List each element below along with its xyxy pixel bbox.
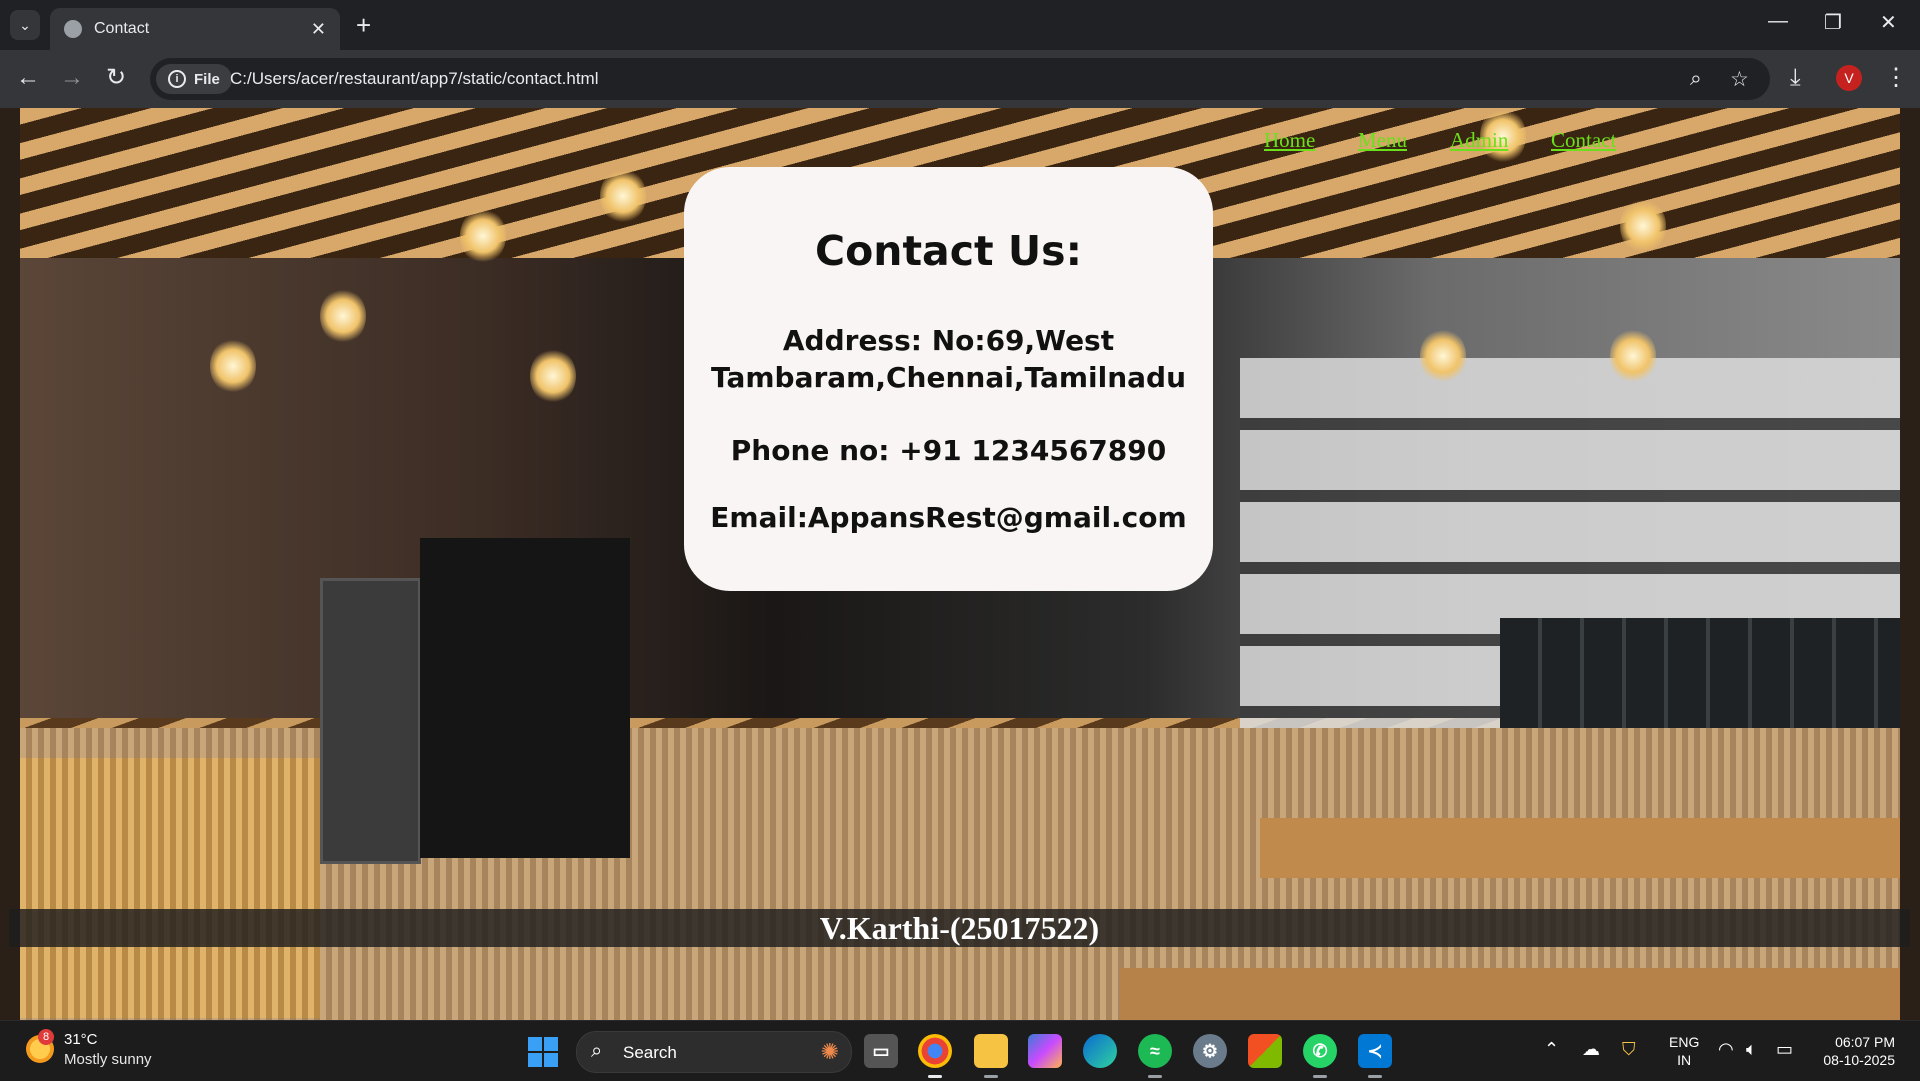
bookmark-star-icon[interactable]: ☆ (1730, 67, 1749, 92)
clock-time: 06:07 PM (1835, 1034, 1895, 1050)
task-view-icon[interactable]: ▭ (864, 1034, 898, 1068)
volume-icon[interactable]: 🔈︎ (1746, 1039, 1757, 1060)
language-region: IN (1677, 1052, 1692, 1068)
onedrive-icon[interactable]: ☁ (1582, 1039, 1600, 1060)
search-highlight-icon: ✺ (820, 1039, 839, 1064)
contact-address: Address: No:69,West Tambaram,Chennai,Tam… (684, 322, 1213, 396)
profile-avatar[interactable]: V (1836, 65, 1862, 91)
webpage: Home Menu Admin Contact Contact Us: Addr… (0, 108, 1920, 1020)
start-windows-icon[interactable] (528, 1037, 558, 1067)
language-code: ENG (1669, 1034, 1700, 1050)
search-icon: ⌕ (591, 1040, 603, 1062)
search-label: Search (623, 1043, 677, 1062)
address-line-1: Address: No:69,West (782, 324, 1115, 357)
nav-menu-link[interactable]: Menu (1358, 128, 1407, 153)
url-text[interactable]: C:/Users/acer/restaurant/app7/static/con… (230, 69, 599, 89)
download-icon[interactable]: ⤓ (1790, 64, 1801, 92)
close-window-button[interactable]: ✕ (1880, 10, 1897, 35)
taskbar-search[interactable]: ⌕ Search ✺ (576, 1031, 852, 1073)
browser-tabstrip: ⌄ Contact ✕ + — ❐ ✕ (0, 0, 1920, 50)
info-icon: i (168, 70, 186, 88)
back-button[interactable]: ← (16, 64, 40, 92)
edge-icon[interactable] (1083, 1034, 1117, 1068)
footer-credit: V.Karthi-(25017522) (9, 909, 1910, 947)
site-info-chip[interactable]: i File (156, 64, 232, 94)
whatsapp-running-indicator (1313, 1075, 1327, 1078)
nav-contact-link[interactable]: Contact (1551, 128, 1616, 153)
contact-heading: Contact Us: (815, 227, 1082, 275)
contact-card: Contact Us: Address: No:69,West Tambaram… (684, 167, 1213, 591)
chevron-up-icon[interactable]: ⌃ (1544, 1039, 1559, 1060)
address-line-2: Tambaram,Chennai,Tamilnadu (710, 361, 1187, 394)
forward-button[interactable]: → (60, 64, 84, 92)
system-clock[interactable]: 06:07 PM 08-10-2025 (1815, 1033, 1895, 1069)
tab-close-icon[interactable]: ✕ (311, 19, 326, 40)
restore-button[interactable]: ❐ (1824, 10, 1842, 35)
contact-email: Email:AppansRest@gmail.com (710, 501, 1187, 534)
file-chip-label: File (194, 70, 220, 88)
weather-temperature: 31°C (64, 1031, 98, 1048)
vscode-icon[interactable]: ≺ (1358, 1034, 1392, 1068)
browser-toolbar: ← → ↻ i File C:/Users/acer/restaurant/ap… (0, 50, 1920, 108)
address-bar[interactable]: i File C:/Users/acer/restaurant/app7/sta… (150, 58, 1770, 100)
file-explorer-icon[interactable] (974, 1034, 1008, 1068)
weather-badge: 8 (38, 1029, 54, 1045)
explorer-running-indicator (984, 1075, 998, 1078)
windows-taskbar: 8 31°C Mostly sunny ⌕ Search ✺ ▭ ≈ ⚙ ✆ ≺… (0, 1020, 1920, 1081)
spotify-icon[interactable]: ≈ (1138, 1034, 1172, 1068)
copilot-icon[interactable] (1028, 1034, 1062, 1068)
tab-search-chevron-icon[interactable]: ⌄ (10, 10, 40, 40)
zoom-icon[interactable]: ⌕ (1690, 67, 1702, 91)
vscode-running-indicator (1368, 1075, 1382, 1078)
store-icon[interactable] (1248, 1034, 1282, 1068)
new-tab-button[interactable]: + (356, 10, 371, 40)
chrome-icon[interactable] (918, 1034, 952, 1068)
browser-menu-icon[interactable]: ⋮ (1884, 64, 1908, 92)
tab-title: Contact (94, 20, 150, 37)
minimize-button[interactable]: — (1768, 10, 1788, 33)
globe-icon (64, 20, 82, 38)
whatsapp-icon[interactable]: ✆ (1303, 1034, 1337, 1068)
battery-icon[interactable]: ▭ (1776, 1039, 1793, 1060)
language-indicator[interactable]: ENG IN (1669, 1033, 1699, 1069)
nav-home-link[interactable]: Home (1264, 128, 1315, 153)
tab-contact[interactable]: Contact ✕ (50, 8, 340, 50)
reload-button[interactable]: ↻ (106, 64, 126, 92)
settings-gear-icon[interactable]: ⚙ (1193, 1034, 1227, 1068)
contact-phone: Phone no: +91 1234567890 (730, 434, 1167, 467)
weather-condition: Mostly sunny (64, 1051, 152, 1068)
clock-date: 08-10-2025 (1823, 1052, 1895, 1068)
nav-admin-link[interactable]: Admin (1450, 128, 1508, 153)
wifi-icon[interactable]: ◠ (1718, 1039, 1734, 1060)
spotify-running-indicator (1148, 1075, 1162, 1078)
defender-warning-icon[interactable]: ⛉ (1622, 1039, 1636, 1060)
chrome-active-indicator (928, 1075, 942, 1078)
